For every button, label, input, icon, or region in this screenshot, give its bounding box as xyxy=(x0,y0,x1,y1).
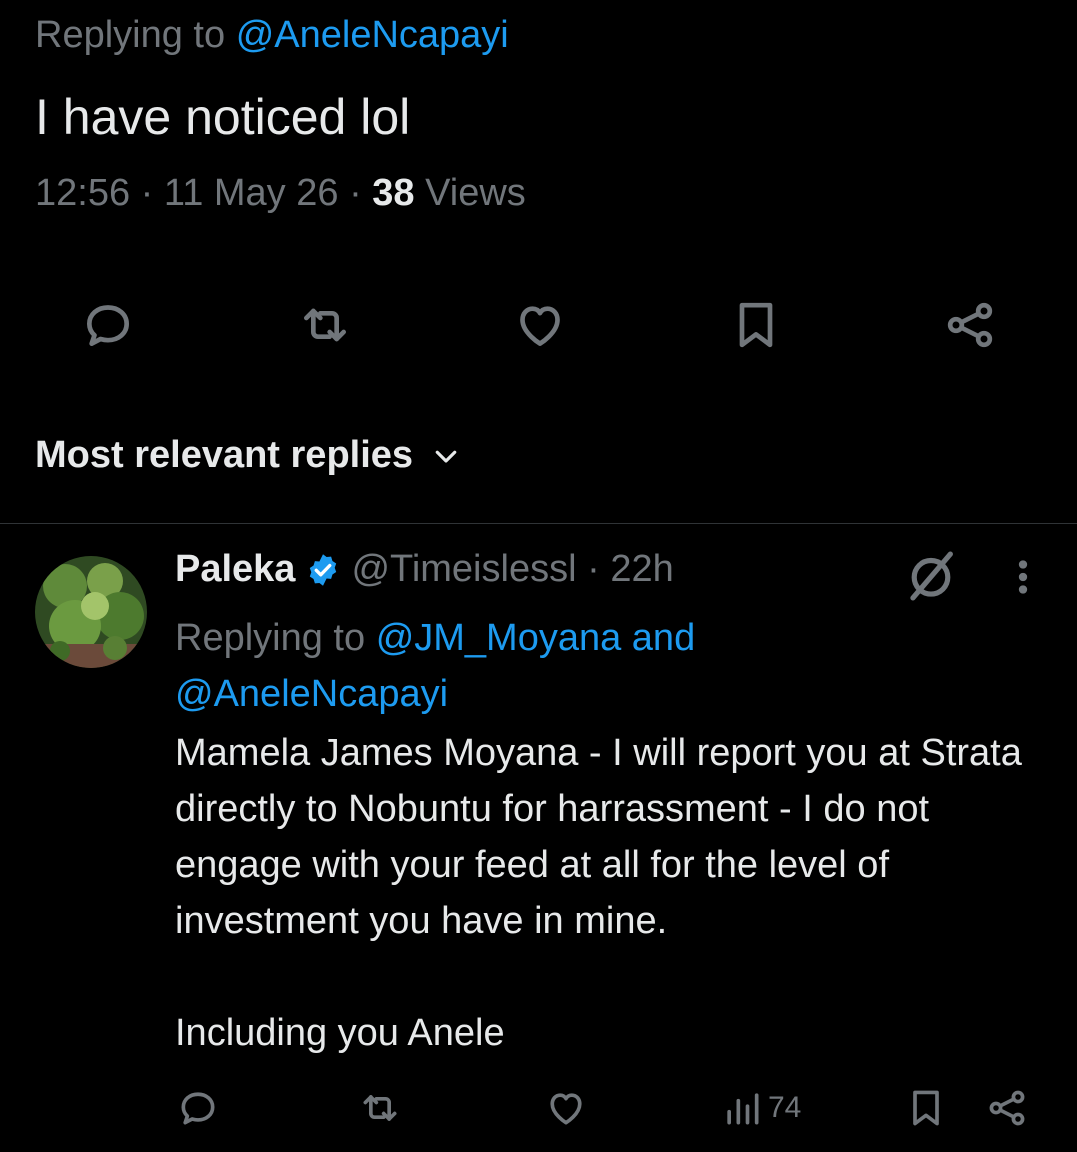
views-label: Views xyxy=(425,172,526,214)
like-icon[interactable] xyxy=(510,295,570,355)
tweet-time[interactable]: 12:56 xyxy=(35,172,130,214)
views-chart-icon xyxy=(727,1093,759,1125)
meta-separator: · xyxy=(349,172,373,214)
reply-share-icon[interactable] xyxy=(985,1086,1029,1130)
bookmark-icon[interactable] xyxy=(726,295,786,355)
reply-views-count: 74 xyxy=(768,1091,802,1124)
tweet-date[interactable]: 11 May 26 xyxy=(164,172,339,214)
reply-author-handle[interactable]: @Timeislessl xyxy=(351,548,576,591)
meta-separator: · xyxy=(576,548,611,590)
replying-to-handle-link[interactable]: @AneleNcapayi xyxy=(236,14,509,56)
reply-text: Mamela James Moyana - I will report you … xyxy=(175,732,1022,1054)
replying-to-line: Replying to @AneleNcapayi xyxy=(35,14,509,57)
reply-reply-icon[interactable] xyxy=(176,1086,220,1130)
avatar[interactable] xyxy=(35,556,147,668)
reply-time[interactable]: 22h xyxy=(610,548,673,591)
replies-sort-dropdown[interactable]: Most relevant replies xyxy=(35,434,461,477)
verified-badge-icon xyxy=(310,553,337,586)
share-icon[interactable] xyxy=(940,295,1000,355)
reply-bookmark-icon[interactable] xyxy=(904,1086,948,1130)
tweet-text: I have noticed lol xyxy=(35,89,411,145)
more-options-icon[interactable] xyxy=(1000,552,1046,602)
reply-author-name[interactable]: Paleka xyxy=(175,548,295,591)
replying-to-label: Replying to xyxy=(35,14,226,56)
reply-retweet-icon[interactable] xyxy=(358,1086,402,1130)
reply-icon[interactable] xyxy=(78,295,138,355)
grok-icon[interactable] xyxy=(900,545,962,607)
reply-like-icon[interactable] xyxy=(544,1086,588,1130)
replying-to-label: Replying to xyxy=(175,617,366,659)
retweet-icon[interactable] xyxy=(295,295,355,355)
replying-to-handles-link[interactable]: @JM_Moyana and xyxy=(376,617,696,659)
reply-replying-to: Replying to @JM_Moyana and @AneleNcapayi xyxy=(175,610,875,722)
tweet-meta: 12:56 · 11 May 26 · 38 Views xyxy=(35,172,526,215)
views-count: 38 xyxy=(372,172,415,214)
chevron-down-icon xyxy=(435,450,457,463)
divider xyxy=(0,523,1077,524)
replying-to-handle-link[interactable]: @AneleNcapayi xyxy=(175,673,448,715)
reply-views[interactable]: 74 xyxy=(720,1086,801,1130)
meta-separator: · xyxy=(140,172,164,214)
reply-header: Paleka @Timeislessl · 22h xyxy=(175,548,674,591)
replies-sort-label: Most relevant replies xyxy=(35,434,414,476)
